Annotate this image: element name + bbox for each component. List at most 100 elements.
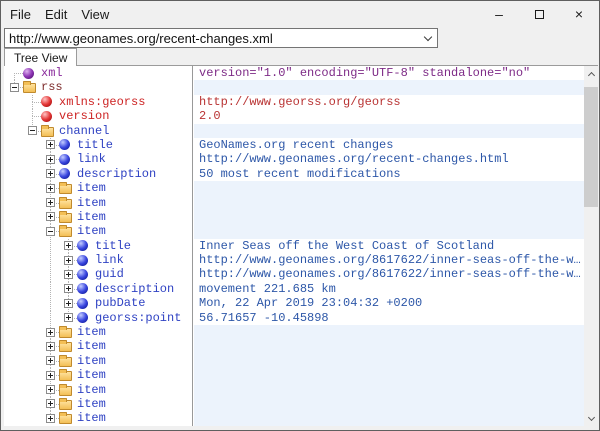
- folder-icon: [59, 357, 72, 367]
- expand-icon[interactable]: [46, 169, 55, 178]
- menu-edit[interactable]: Edit: [38, 3, 74, 26]
- menu-file[interactable]: File: [3, 3, 38, 26]
- tree-node-link[interactable]: link: [4, 152, 192, 166]
- tree-node-item[interactable]: item: [4, 383, 192, 397]
- expand-icon[interactable]: [46, 155, 55, 164]
- tree-node-item[interactable]: item: [4, 354, 192, 368]
- url-input[interactable]: [5, 30, 419, 46]
- expand-icon[interactable]: [46, 385, 55, 394]
- tree-node-item[interactable]: item: [4, 368, 192, 382]
- tree-node-label: item: [77, 368, 106, 382]
- expand-icon[interactable]: [64, 313, 73, 322]
- tree-guide-line: [32, 102, 33, 109]
- tree-node-label: description: [95, 282, 174, 296]
- collapse-icon[interactable]: [46, 227, 55, 236]
- expand-icon[interactable]: [46, 198, 55, 207]
- tree-node-xml[interactable]: xml: [4, 66, 192, 80]
- expand-icon[interactable]: [46, 212, 55, 221]
- tree-node-label: link: [95, 253, 124, 267]
- tree-node-item[interactable]: item: [4, 411, 192, 425]
- tree-node-item[interactable]: item: [4, 181, 192, 195]
- expand-icon[interactable]: [46, 399, 55, 408]
- value-row-empty: [194, 397, 584, 411]
- value-row-empty: [194, 196, 584, 210]
- tree-node-georss:point[interactable]: georss:point: [4, 311, 192, 325]
- expand-icon[interactable]: [46, 184, 55, 193]
- tree-node-item[interactable]: item: [4, 339, 192, 353]
- tree-guide-line: [50, 267, 51, 281]
- scroll-up-button[interactable]: [584, 66, 598, 82]
- value-pane[interactable]: version="1.0" encoding="UTF-8" standalon…: [194, 66, 584, 426]
- expand-icon[interactable]: [64, 270, 73, 279]
- close-button[interactable]: ×: [559, 1, 599, 27]
- tree-node-label: pubDate: [95, 296, 145, 310]
- tree-node-item[interactable]: item: [4, 325, 192, 339]
- expand-icon[interactable]: [46, 371, 55, 380]
- expand-icon[interactable]: [64, 241, 73, 250]
- tree-node-description[interactable]: description: [4, 282, 192, 296]
- folder-icon: [59, 386, 72, 396]
- tree-node-label: item: [77, 210, 106, 224]
- tree-node-guid[interactable]: guid: [4, 267, 192, 281]
- blue-sphere-icon: [77, 240, 88, 251]
- menu-view[interactable]: View: [74, 3, 116, 26]
- tree-node-pubDate[interactable]: pubDate: [4, 296, 192, 310]
- maximize-button[interactable]: [519, 1, 559, 27]
- expand-icon[interactable]: [46, 414, 55, 423]
- value-row-empty: [194, 124, 584, 138]
- scroll-down-button[interactable]: [584, 410, 598, 426]
- tree-node-item[interactable]: item: [4, 196, 192, 210]
- tree-node-label: item: [77, 196, 106, 210]
- vertical-scrollbar[interactable]: [584, 66, 598, 426]
- tree-pane[interactable]: xmlrssxmlns:georssversionchanneltitlelin…: [4, 66, 192, 426]
- window-controls: – ×: [479, 1, 599, 27]
- tree-node-version[interactable]: version: [4, 109, 192, 123]
- expand-icon[interactable]: [64, 299, 73, 308]
- scrollbar-thumb[interactable]: [584, 87, 598, 207]
- value-row: version="1.0" encoding="UTF-8" standalon…: [194, 66, 584, 80]
- tab-tree-view[interactable]: Tree View: [4, 48, 77, 66]
- url-dropdown-button[interactable]: [419, 29, 437, 47]
- expand-icon[interactable]: [46, 342, 55, 351]
- value-row: http://www.geonames.org/8617622/inner-se…: [194, 267, 584, 281]
- folder-icon: [59, 328, 72, 338]
- blue-sphere-icon: [77, 312, 88, 323]
- blue-sphere-icon: [77, 255, 88, 266]
- tree-node-link[interactable]: link: [4, 253, 192, 267]
- tree-node-title[interactable]: title: [4, 138, 192, 152]
- collapse-icon[interactable]: [10, 83, 19, 92]
- tree-node-label: link: [77, 152, 106, 166]
- tree-node-xmlns:georss[interactable]: xmlns:georss: [4, 95, 192, 109]
- tree-node-label: item: [77, 181, 106, 195]
- expand-icon[interactable]: [46, 328, 55, 337]
- purple-sphere-icon: [23, 68, 34, 79]
- tree-node-item[interactable]: item: [4, 397, 192, 411]
- tree-node-item[interactable]: item: [4, 224, 192, 238]
- tree-node-label: item: [77, 383, 106, 397]
- tree-node-rss[interactable]: rss: [4, 80, 192, 94]
- minimize-button[interactable]: –: [479, 1, 519, 27]
- folder-icon: [59, 199, 72, 209]
- collapse-icon[interactable]: [28, 126, 37, 135]
- expand-icon[interactable]: [46, 356, 55, 365]
- tree-node-description[interactable]: description: [4, 167, 192, 181]
- value-row-empty: [194, 368, 584, 382]
- tree-node-label: xmlns:georss: [59, 95, 145, 109]
- close-icon: ×: [575, 6, 583, 22]
- tree-node-label: item: [77, 339, 106, 353]
- expand-icon[interactable]: [64, 256, 73, 265]
- tree-node-channel[interactable]: channel: [4, 124, 192, 138]
- folder-icon: [59, 213, 72, 223]
- folder-icon: [23, 83, 36, 93]
- expand-icon[interactable]: [46, 140, 55, 149]
- value-row-empty: [194, 411, 584, 425]
- value-row-empty: [194, 181, 584, 195]
- expand-icon[interactable]: [64, 284, 73, 293]
- tree-node-title[interactable]: title: [4, 239, 192, 253]
- tree-node-label: title: [77, 138, 113, 152]
- folder-icon: [59, 227, 72, 237]
- value-row-empty: [194, 210, 584, 224]
- url-combobox: [4, 28, 438, 48]
- tree-node-item[interactable]: item: [4, 210, 192, 224]
- folder-icon: [59, 414, 72, 424]
